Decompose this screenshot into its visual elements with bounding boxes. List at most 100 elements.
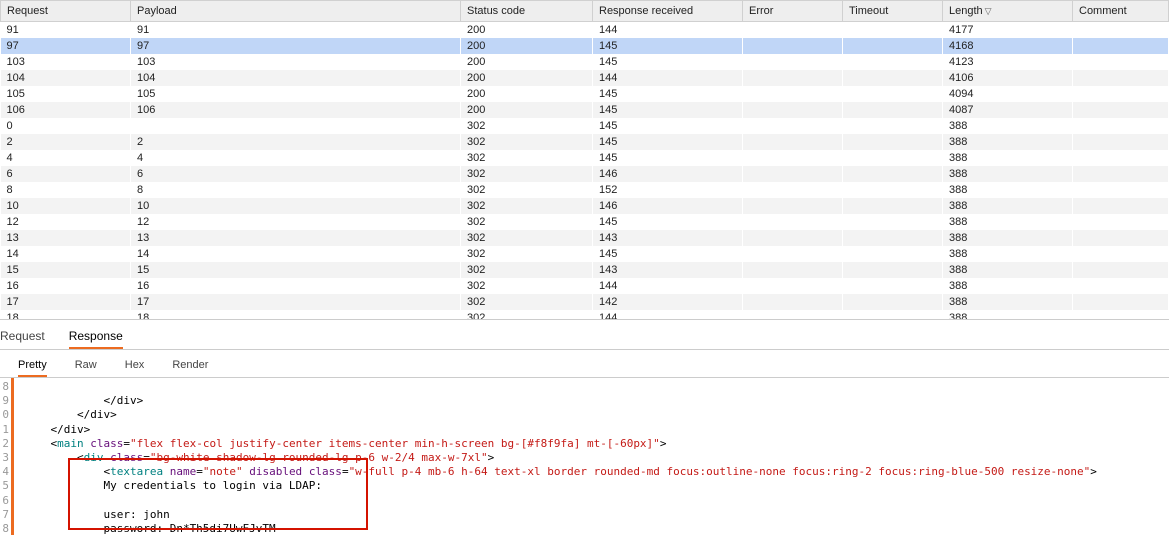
cell-request: 12: [1, 214, 131, 230]
cell-comment: [1073, 198, 1169, 214]
cell-received: 143: [593, 230, 743, 246]
cell-status: 200: [461, 22, 593, 38]
cell-comment: [1073, 230, 1169, 246]
table-row[interactable]: 66302146388: [1, 166, 1169, 182]
cell-error: [743, 134, 843, 150]
cell-error: [743, 150, 843, 166]
table-row[interactable]: 0302145388: [1, 118, 1169, 134]
cell-length: 388: [943, 230, 1073, 246]
col-header-status[interactable]: Status code: [461, 1, 593, 22]
table-row[interactable]: 1010302146388: [1, 198, 1169, 214]
cell-comment: [1073, 118, 1169, 134]
col-header-length[interactable]: Length▽: [943, 1, 1073, 22]
table-row[interactable]: 1212302145388: [1, 214, 1169, 230]
cell-request: 16: [1, 278, 131, 294]
cell-payload: 16: [131, 278, 461, 294]
cell-received: 145: [593, 246, 743, 262]
cell-error: [743, 102, 843, 118]
table-row[interactable]: 1313302143388: [1, 230, 1169, 246]
subtab-hex[interactable]: Hex: [125, 355, 145, 377]
cell-error: [743, 70, 843, 86]
response-code[interactable]: </div> </div> </div> <main class="flex f…: [20, 378, 1169, 535]
col-header-timeout[interactable]: Timeout: [843, 1, 943, 22]
tab-request[interactable]: Request: [0, 325, 45, 349]
code-line: [24, 494, 31, 507]
cell-received: 145: [593, 54, 743, 70]
col-header-comment[interactable]: Comment: [1073, 1, 1169, 22]
table-row[interactable]: 1041042001444106: [1, 70, 1169, 86]
code-line: <main class="flex flex-col justify-cente…: [24, 437, 666, 450]
cell-error: [743, 310, 843, 320]
table-row[interactable]: 1031032001454123: [1, 54, 1169, 70]
cell-payload: 17: [131, 294, 461, 310]
cell-payload: [131, 118, 461, 134]
col-header-error[interactable]: Error: [743, 1, 843, 22]
results-table-wrap[interactable]: RequestPayloadStatus codeResponse receiv…: [0, 0, 1169, 319]
subtab-pretty[interactable]: Pretty: [18, 355, 47, 377]
tab-response[interactable]: Response: [69, 325, 123, 349]
col-header-received[interactable]: Response received: [593, 1, 743, 22]
cell-payload: 4: [131, 150, 461, 166]
cell-status: 302: [461, 278, 593, 294]
cell-error: [743, 278, 843, 294]
table-row[interactable]: 97972001454168: [1, 38, 1169, 54]
cell-error: [743, 86, 843, 102]
cell-timeout: [843, 182, 943, 198]
cell-timeout: [843, 150, 943, 166]
cell-comment: [1073, 70, 1169, 86]
col-header-request[interactable]: Request: [1, 1, 131, 22]
cell-length: 388: [943, 214, 1073, 230]
table-row[interactable]: 1818302144388: [1, 310, 1169, 320]
table-row[interactable]: 88302152388: [1, 182, 1169, 198]
cell-timeout: [843, 230, 943, 246]
table-row[interactable]: 44302145388: [1, 150, 1169, 166]
cell-status: 302: [461, 246, 593, 262]
cell-timeout: [843, 310, 943, 320]
col-header-payload[interactable]: Payload: [131, 1, 461, 22]
code-line: </div>: [24, 423, 90, 436]
cell-payload: 10: [131, 198, 461, 214]
cell-payload: 18: [131, 310, 461, 320]
cell-payload: 97: [131, 38, 461, 54]
cell-timeout: [843, 22, 943, 38]
cell-status: 302: [461, 294, 593, 310]
cell-status: 302: [461, 182, 593, 198]
table-row[interactable]: 1061062001454087: [1, 102, 1169, 118]
cell-request: 10: [1, 198, 131, 214]
cell-received: 146: [593, 198, 743, 214]
table-row[interactable]: 1414302145388: [1, 246, 1169, 262]
subtab-render[interactable]: Render: [172, 355, 208, 377]
cell-status: 200: [461, 102, 593, 118]
cell-status: 200: [461, 86, 593, 102]
cell-timeout: [843, 54, 943, 70]
cell-length: 388: [943, 294, 1073, 310]
cell-length: 388: [943, 150, 1073, 166]
cell-request: 2: [1, 134, 131, 150]
cell-payload: 2: [131, 134, 461, 150]
table-row[interactable]: 91912001444177: [1, 22, 1169, 38]
table-row[interactable]: 22302145388: [1, 134, 1169, 150]
results-table: RequestPayloadStatus codeResponse receiv…: [0, 0, 1169, 319]
cell-comment: [1073, 86, 1169, 102]
cell-comment: [1073, 134, 1169, 150]
cell-payload: 14: [131, 246, 461, 262]
cell-error: [743, 230, 843, 246]
cell-length: 388: [943, 166, 1073, 182]
sort-desc-icon: ▽: [985, 6, 992, 17]
cell-error: [743, 182, 843, 198]
table-row[interactable]: 1717302142388: [1, 294, 1169, 310]
table-row[interactable]: 1515302143388: [1, 262, 1169, 278]
cell-timeout: [843, 118, 943, 134]
cell-request: 4: [1, 150, 131, 166]
cell-payload: 6: [131, 166, 461, 182]
cell-received: 146: [593, 166, 743, 182]
cell-timeout: [843, 294, 943, 310]
cell-error: [743, 22, 843, 38]
subtab-raw[interactable]: Raw: [75, 355, 97, 377]
cell-status: 200: [461, 38, 593, 54]
table-row[interactable]: 1051052001454094: [1, 86, 1169, 102]
table-row[interactable]: 1616302144388: [1, 278, 1169, 294]
cell-request: 13: [1, 230, 131, 246]
cell-timeout: [843, 278, 943, 294]
cell-payload: 13: [131, 230, 461, 246]
